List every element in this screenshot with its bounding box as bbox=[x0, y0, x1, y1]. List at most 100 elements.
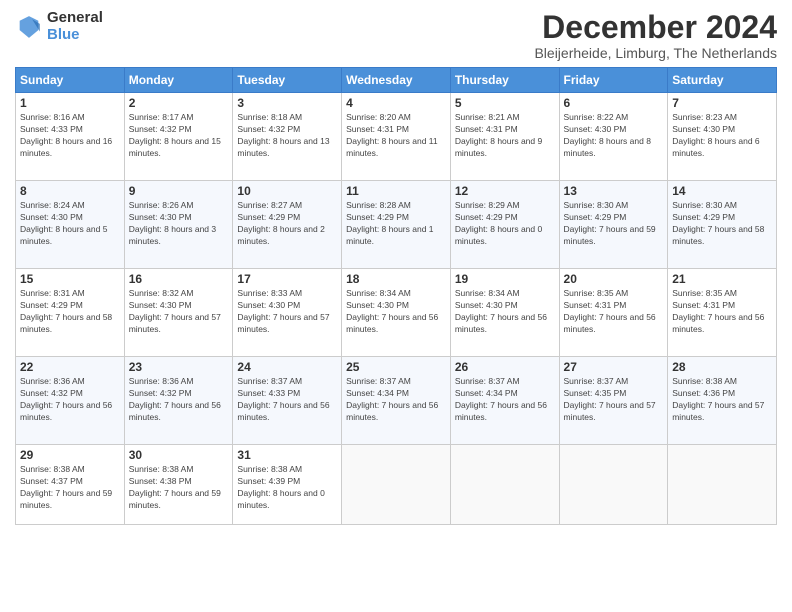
day-number: 25 bbox=[346, 360, 446, 374]
day-number: 26 bbox=[455, 360, 555, 374]
calendar-cell: 4Sunrise: 8:20 AMSunset: 4:31 PMDaylight… bbox=[342, 93, 451, 181]
day-info: Sunrise: 8:22 AMSunset: 4:30 PMDaylight:… bbox=[564, 112, 664, 160]
day-info: Sunrise: 8:23 AMSunset: 4:30 PMDaylight:… bbox=[672, 112, 772, 160]
day-number: 9 bbox=[129, 184, 229, 198]
day-number: 24 bbox=[237, 360, 337, 374]
weekday-header-friday: Friday bbox=[559, 68, 668, 93]
day-number: 22 bbox=[20, 360, 120, 374]
day-info: Sunrise: 8:38 AMSunset: 4:39 PMDaylight:… bbox=[237, 464, 337, 512]
day-number: 15 bbox=[20, 272, 120, 286]
calendar-cell: 1 Sunrise: 8:16 AMSunset: 4:33 PMDaylight… bbox=[16, 93, 125, 181]
logo: General Blue bbox=[15, 10, 103, 43]
day-number: 14 bbox=[672, 184, 772, 198]
day-info: Sunrise: 8:17 AMSunset: 4:32 PMDaylight:… bbox=[129, 112, 229, 160]
calendar-body: 1 Sunrise: 8:16 AMSunset: 4:33 PMDaylight… bbox=[16, 93, 777, 525]
day-number: 5 bbox=[455, 96, 555, 110]
day-info: Sunrise: 8:26 AMSunset: 4:30 PMDaylight:… bbox=[129, 200, 229, 248]
day-info: Sunrise: 8:36 AMSunset: 4:32 PMDaylight:… bbox=[20, 376, 120, 424]
day-number: 8 bbox=[20, 184, 120, 198]
day-number: 12 bbox=[455, 184, 555, 198]
calendar-cell: 5 Sunrise: 8:21 AMSunset: 4:31 PMDaylight… bbox=[450, 93, 559, 181]
calendar-week-3: 15 Sunrise: 8:31 AMSunset: 4:29 PMDayligh… bbox=[16, 269, 777, 357]
calendar-cell: 16 Sunrise: 8:32 AMSunset: 4:30 PMDayligh… bbox=[124, 269, 233, 357]
day-number: 19 bbox=[455, 272, 555, 286]
day-info: Sunrise: 8:37 AMSunset: 4:35 PMDaylight:… bbox=[564, 376, 664, 424]
calendar-cell: 14Sunrise: 8:30 AMSunset: 4:29 PMDayligh… bbox=[668, 181, 777, 269]
day-number: 13 bbox=[564, 184, 664, 198]
calendar-table: SundayMondayTuesdayWednesdayThursdayFrid… bbox=[15, 67, 777, 525]
day-info: Sunrise: 8:37 AMSunset: 4:34 PMDaylight:… bbox=[346, 376, 446, 424]
day-info: Sunrise: 8:21 AMSunset: 4:31 PMDaylight:… bbox=[455, 112, 555, 160]
calendar-cell: 10 Sunrise: 8:27 AMSunset: 4:29 PMDayligh… bbox=[233, 181, 342, 269]
day-number: 11 bbox=[346, 184, 446, 198]
calendar-cell: 18 Sunrise: 8:34 AMSunset: 4:30 PMDayligh… bbox=[342, 269, 451, 357]
calendar-cell: 31Sunrise: 8:38 AMSunset: 4:39 PMDayligh… bbox=[233, 445, 342, 525]
day-number: 10 bbox=[237, 184, 337, 198]
calendar-cell: 25 Sunrise: 8:37 AMSunset: 4:34 PMDayligh… bbox=[342, 357, 451, 445]
day-info: Sunrise: 8:38 AMSunset: 4:36 PMDaylight:… bbox=[672, 376, 772, 424]
calendar-cell bbox=[668, 445, 777, 525]
calendar-cell: 17 Sunrise: 8:33 AMSunset: 4:30 PMDayligh… bbox=[233, 269, 342, 357]
logo-general-label: General bbox=[47, 10, 103, 27]
logo-icon bbox=[15, 13, 43, 41]
calendar-week-4: 22 Sunrise: 8:36 AMSunset: 4:32 PMDayligh… bbox=[16, 357, 777, 445]
day-number: 20 bbox=[564, 272, 664, 286]
day-info: Sunrise: 8:38 AMSunset: 4:38 PMDaylight:… bbox=[129, 464, 229, 512]
calendar-cell: 30Sunrise: 8:38 AMSunset: 4:38 PMDayligh… bbox=[124, 445, 233, 525]
day-number: 1 bbox=[20, 96, 120, 110]
day-info: Sunrise: 8:34 AMSunset: 4:30 PMDaylight:… bbox=[346, 288, 446, 336]
calendar-week-5: 29Sunrise: 8:38 AMSunset: 4:37 PMDayligh… bbox=[16, 445, 777, 525]
day-number: 23 bbox=[129, 360, 229, 374]
day-number: 27 bbox=[564, 360, 664, 374]
calendar-cell: 12 Sunrise: 8:29 AMSunset: 4:29 PMDayligh… bbox=[450, 181, 559, 269]
day-number: 18 bbox=[346, 272, 446, 286]
weekday-header-monday: Monday bbox=[124, 68, 233, 93]
day-info: Sunrise: 8:33 AMSunset: 4:30 PMDaylight:… bbox=[237, 288, 337, 336]
day-info: Sunrise: 8:16 AMSunset: 4:33 PMDaylight:… bbox=[20, 112, 120, 160]
day-info: Sunrise: 8:36 AMSunset: 4:32 PMDaylight:… bbox=[129, 376, 229, 424]
day-number: 7 bbox=[672, 96, 772, 110]
day-info: Sunrise: 8:37 AMSunset: 4:34 PMDaylight:… bbox=[455, 376, 555, 424]
title-section: December 2024 Bleijerheide, Limburg, The… bbox=[534, 10, 777, 61]
calendar-cell: 20Sunrise: 8:35 AMSunset: 4:31 PMDayligh… bbox=[559, 269, 668, 357]
day-info: Sunrise: 8:37 AMSunset: 4:33 PMDaylight:… bbox=[237, 376, 337, 424]
calendar-cell: 11Sunrise: 8:28 AMSunset: 4:29 PMDayligh… bbox=[342, 181, 451, 269]
day-number: 21 bbox=[672, 272, 772, 286]
calendar-cell: 3Sunrise: 8:18 AMSunset: 4:32 PMDaylight… bbox=[233, 93, 342, 181]
calendar-cell: 22 Sunrise: 8:36 AMSunset: 4:32 PMDayligh… bbox=[16, 357, 125, 445]
day-info: Sunrise: 8:30 AMSunset: 4:29 PMDaylight:… bbox=[564, 200, 664, 248]
calendar-cell: 26 Sunrise: 8:37 AMSunset: 4:34 PMDayligh… bbox=[450, 357, 559, 445]
calendar-cell: 29Sunrise: 8:38 AMSunset: 4:37 PMDayligh… bbox=[16, 445, 125, 525]
calendar-cell: 28Sunrise: 8:38 AMSunset: 4:36 PMDayligh… bbox=[668, 357, 777, 445]
calendar-cell: 19 Sunrise: 8:34 AMSunset: 4:30 PMDayligh… bbox=[450, 269, 559, 357]
day-info: Sunrise: 8:34 AMSunset: 4:30 PMDaylight:… bbox=[455, 288, 555, 336]
calendar-header-row: SundayMondayTuesdayWednesdayThursdayFrid… bbox=[16, 68, 777, 93]
weekday-header-saturday: Saturday bbox=[668, 68, 777, 93]
calendar-cell: 23 Sunrise: 8:36 AMSunset: 4:32 PMDayligh… bbox=[124, 357, 233, 445]
day-info: Sunrise: 8:32 AMSunset: 4:30 PMDaylight:… bbox=[129, 288, 229, 336]
calendar-cell bbox=[450, 445, 559, 525]
calendar-cell: 13 Sunrise: 8:30 AMSunset: 4:29 PMDayligh… bbox=[559, 181, 668, 269]
calendar-cell: 8 Sunrise: 8:24 AMSunset: 4:30 PMDaylight… bbox=[16, 181, 125, 269]
weekday-header-wednesday: Wednesday bbox=[342, 68, 451, 93]
day-info: Sunrise: 8:27 AMSunset: 4:29 PMDaylight:… bbox=[237, 200, 337, 248]
day-number: 16 bbox=[129, 272, 229, 286]
calendar-cell: 9 Sunrise: 8:26 AMSunset: 4:30 PMDaylight… bbox=[124, 181, 233, 269]
calendar-cell: 2Sunrise: 8:17 AMSunset: 4:32 PMDaylight… bbox=[124, 93, 233, 181]
header: General Blue December 2024 Bleijerheide,… bbox=[15, 10, 777, 61]
day-info: Sunrise: 8:18 AMSunset: 4:32 PMDaylight:… bbox=[237, 112, 337, 160]
calendar-page: General Blue December 2024 Bleijerheide,… bbox=[0, 0, 792, 612]
day-info: Sunrise: 8:38 AMSunset: 4:37 PMDaylight:… bbox=[20, 464, 120, 512]
calendar-cell: 15 Sunrise: 8:31 AMSunset: 4:29 PMDayligh… bbox=[16, 269, 125, 357]
location-title: Bleijerheide, Limburg, The Netherlands bbox=[534, 45, 777, 61]
day-info: Sunrise: 8:24 AMSunset: 4:30 PMDaylight:… bbox=[20, 200, 120, 248]
logo-blue-label: Blue bbox=[47, 27, 103, 44]
calendar-cell bbox=[342, 445, 451, 525]
day-number: 6 bbox=[564, 96, 664, 110]
weekday-header-sunday: Sunday bbox=[16, 68, 125, 93]
day-info: Sunrise: 8:31 AMSunset: 4:29 PMDaylight:… bbox=[20, 288, 120, 336]
calendar-week-1: 1 Sunrise: 8:16 AMSunset: 4:33 PMDaylight… bbox=[16, 93, 777, 181]
day-info: Sunrise: 8:29 AMSunset: 4:29 PMDaylight:… bbox=[455, 200, 555, 248]
day-number: 17 bbox=[237, 272, 337, 286]
day-info: Sunrise: 8:35 AMSunset: 4:31 PMDaylight:… bbox=[672, 288, 772, 336]
